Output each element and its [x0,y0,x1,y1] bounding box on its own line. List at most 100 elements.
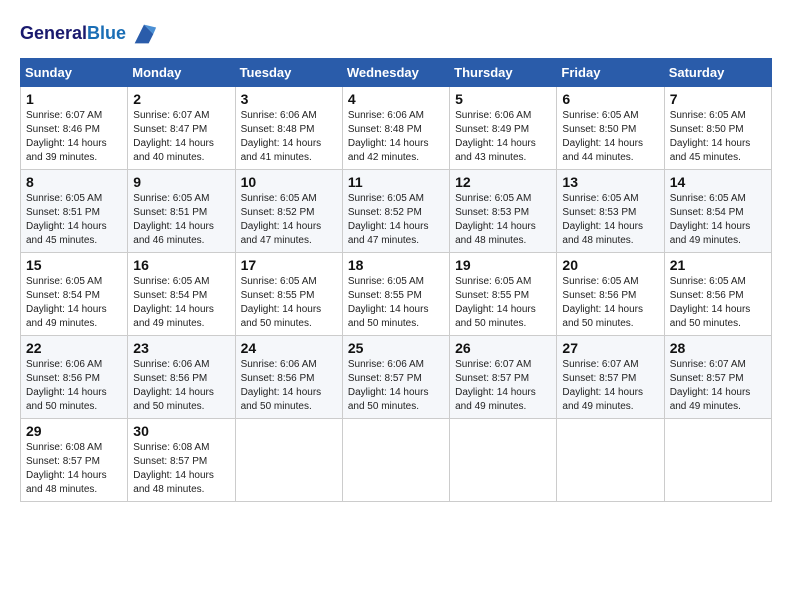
day-number: 24 [241,340,337,356]
day-info: Sunrise: 6:05 AM Sunset: 8:54 PM Dayligh… [670,192,766,248]
day-number: 22 [26,340,122,356]
calendar-cell: 28 Sunrise: 6:07 AM Sunset: 8:57 PM Dayli… [664,336,771,419]
calendar-cell: 4 Sunrise: 6:06 AM Sunset: 8:48 PM Daylig… [342,87,449,170]
day-info: Sunrise: 6:08 AM Sunset: 8:57 PM Dayligh… [26,441,122,497]
day-info: Sunrise: 6:05 AM Sunset: 8:54 PM Dayligh… [26,275,122,331]
day-info: Sunrise: 6:06 AM Sunset: 8:56 PM Dayligh… [133,358,229,414]
day-header-friday: Friday [557,59,664,87]
day-info: Sunrise: 6:05 AM Sunset: 8:54 PM Dayligh… [133,275,229,331]
day-info: Sunrise: 6:05 AM Sunset: 8:53 PM Dayligh… [562,192,658,248]
day-number: 12 [455,174,551,190]
day-number: 7 [670,91,766,107]
calendar-cell: 6 Sunrise: 6:05 AM Sunset: 8:50 PM Daylig… [557,87,664,170]
day-info: Sunrise: 6:07 AM Sunset: 8:46 PM Dayligh… [26,109,122,165]
calendar-cell [342,419,449,502]
day-info: Sunrise: 6:05 AM Sunset: 8:56 PM Dayligh… [670,275,766,331]
day-number: 17 [241,257,337,273]
calendar-cell: 27 Sunrise: 6:07 AM Sunset: 8:57 PM Dayli… [557,336,664,419]
calendar-cell: 30 Sunrise: 6:08 AM Sunset: 8:57 PM Dayli… [128,419,235,502]
calendar-cell: 13 Sunrise: 6:05 AM Sunset: 8:53 PM Dayli… [557,170,664,253]
day-header-thursday: Thursday [450,59,557,87]
day-info: Sunrise: 6:05 AM Sunset: 8:51 PM Dayligh… [133,192,229,248]
calendar-table: SundayMondayTuesdayWednesdayThursdayFrid… [20,58,772,502]
calendar-cell: 18 Sunrise: 6:05 AM Sunset: 8:55 PM Dayli… [342,253,449,336]
calendar-cell: 29 Sunrise: 6:08 AM Sunset: 8:57 PM Dayli… [21,419,128,502]
calendar-cell: 9Sunrise: 6:05 AM Sunset: 8:51 PM Daylig… [128,170,235,253]
calendar-cell: 10 Sunrise: 6:05 AM Sunset: 8:52 PM Dayli… [235,170,342,253]
calendar-cell: 16 Sunrise: 6:05 AM Sunset: 8:54 PM Dayli… [128,253,235,336]
calendar-row-1: 1 Sunrise: 6:07 AM Sunset: 8:46 PM Daylig… [21,87,772,170]
day-number: 20 [562,257,658,273]
day-number: 27 [562,340,658,356]
day-info: Sunrise: 6:05 AM Sunset: 8:50 PM Dayligh… [670,109,766,165]
day-number: 14 [670,174,766,190]
calendar-cell: 1 Sunrise: 6:07 AM Sunset: 8:46 PM Daylig… [21,87,128,170]
day-info: Sunrise: 6:07 AM Sunset: 8:57 PM Dayligh… [455,358,551,414]
day-info: Sunrise: 6:05 AM Sunset: 8:51 PM Dayligh… [26,192,122,248]
day-info: Sunrise: 6:06 AM Sunset: 8:48 PM Dayligh… [348,109,444,165]
day-info: Sunrise: 6:08 AM Sunset: 8:57 PM Dayligh… [133,441,229,497]
calendar-cell [664,419,771,502]
day-number: 6 [562,91,658,107]
calendar-cell: 22 Sunrise: 6:06 AM Sunset: 8:56 PM Dayli… [21,336,128,419]
calendar-cell: 8 Sunrise: 6:05 AM Sunset: 8:51 PM Daylig… [21,170,128,253]
day-number: 16 [133,257,229,273]
day-number: 8 [26,174,122,190]
day-number: 21 [670,257,766,273]
day-info: Sunrise: 6:07 AM Sunset: 8:57 PM Dayligh… [562,358,658,414]
day-info: Sunrise: 6:05 AM Sunset: 8:56 PM Dayligh… [562,275,658,331]
calendar-cell: 24 Sunrise: 6:06 AM Sunset: 8:56 PM Dayli… [235,336,342,419]
day-number: 2 [133,91,229,107]
day-info: Sunrise: 6:06 AM Sunset: 8:57 PM Dayligh… [348,358,444,414]
calendar-cell: 20 Sunrise: 6:05 AM Sunset: 8:56 PM Dayli… [557,253,664,336]
day-header-wednesday: Wednesday [342,59,449,87]
calendar-cell [235,419,342,502]
calendar-cell: 12 Sunrise: 6:05 AM Sunset: 8:53 PM Dayli… [450,170,557,253]
day-info: Sunrise: 6:06 AM Sunset: 8:56 PM Dayligh… [241,358,337,414]
calendar-cell: 2 Sunrise: 6:07 AM Sunset: 8:47 PM Daylig… [128,87,235,170]
calendar-cell: 17 Sunrise: 6:05 AM Sunset: 8:55 PM Dayli… [235,253,342,336]
day-number: 30 [133,423,229,439]
day-info: Sunrise: 6:05 AM Sunset: 8:52 PM Dayligh… [241,192,337,248]
day-number: 13 [562,174,658,190]
day-number: 10 [241,174,337,190]
day-info: Sunrise: 6:07 AM Sunset: 8:57 PM Dayligh… [670,358,766,414]
calendar-cell: 25Sunrise: 6:06 AM Sunset: 8:57 PM Dayli… [342,336,449,419]
day-number: 3 [241,91,337,107]
day-info: Sunrise: 6:05 AM Sunset: 8:55 PM Dayligh… [241,275,337,331]
calendar-cell: 19Sunrise: 6:05 AM Sunset: 8:55 PM Dayli… [450,253,557,336]
calendar-row-5: 29 Sunrise: 6:08 AM Sunset: 8:57 PM Dayli… [21,419,772,502]
calendar-cell: 3 Sunrise: 6:06 AM Sunset: 8:48 PM Daylig… [235,87,342,170]
day-number: 15 [26,257,122,273]
day-header-monday: Monday [128,59,235,87]
day-info: Sunrise: 6:06 AM Sunset: 8:56 PM Dayligh… [26,358,122,414]
logo-icon [130,20,158,48]
day-info: Sunrise: 6:07 AM Sunset: 8:47 PM Dayligh… [133,109,229,165]
day-number: 18 [348,257,444,273]
logo: GeneralBlue [20,20,158,48]
day-header-tuesday: Tuesday [235,59,342,87]
day-number: 5 [455,91,551,107]
page-header: GeneralBlue [20,20,772,48]
day-info: Sunrise: 6:06 AM Sunset: 8:48 PM Dayligh… [241,109,337,165]
day-number: 4 [348,91,444,107]
day-header-saturday: Saturday [664,59,771,87]
calendar-cell: 23Sunrise: 6:06 AM Sunset: 8:56 PM Dayli… [128,336,235,419]
day-info: Sunrise: 6:05 AM Sunset: 8:55 PM Dayligh… [455,275,551,331]
calendar-cell [450,419,557,502]
day-info: Sunrise: 6:05 AM Sunset: 8:50 PM Dayligh… [562,109,658,165]
logo-text: GeneralBlue [20,23,126,45]
calendar-cell: 15 Sunrise: 6:05 AM Sunset: 8:54 PM Dayli… [21,253,128,336]
calendar-row-4: 22 Sunrise: 6:06 AM Sunset: 8:56 PM Dayli… [21,336,772,419]
calendar-cell: 5 Sunrise: 6:06 AM Sunset: 8:49 PM Daylig… [450,87,557,170]
day-number: 29 [26,423,122,439]
day-number: 28 [670,340,766,356]
day-number: 11 [348,174,444,190]
calendar-header-row: SundayMondayTuesdayWednesdayThursdayFrid… [21,59,772,87]
day-info: Sunrise: 6:05 AM Sunset: 8:55 PM Dayligh… [348,275,444,331]
day-number: 1 [26,91,122,107]
day-info: Sunrise: 6:05 AM Sunset: 8:53 PM Dayligh… [455,192,551,248]
calendar-cell: 26Sunrise: 6:07 AM Sunset: 8:57 PM Dayli… [450,336,557,419]
day-info: Sunrise: 6:06 AM Sunset: 8:49 PM Dayligh… [455,109,551,165]
calendar-cell: 21 Sunrise: 6:05 AM Sunset: 8:56 PM Dayli… [664,253,771,336]
